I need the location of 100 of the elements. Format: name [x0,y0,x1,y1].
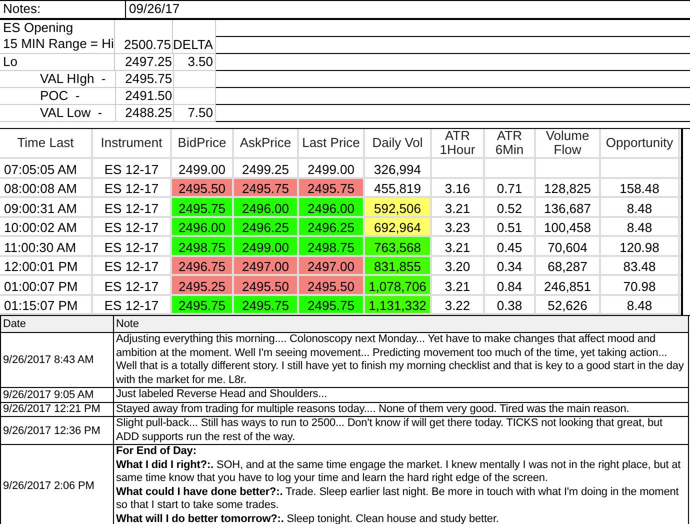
date-cell: 9/26/2017 9:05 AM [3,388,94,401]
date-cell: 9/26/2017 12:21 PM [3,403,100,416]
table-cell: 2496.00 [234,198,299,216]
table-cell: 120.98 [620,240,660,254]
table-cell: 0.52 [496,202,522,216]
level-value: 2495.75 [125,71,172,87]
table-cell: 70,604 [548,240,588,254]
table-cell: 2497.00 [299,256,365,274]
table-cell: 246,851 [544,280,591,294]
notes-label: Notes: [2,1,41,16]
column-header: ATR 6Min [485,129,536,157]
table-cell: 2495.75 [234,296,299,313]
level-label: Lo [3,54,18,69]
level-value: 2488.25 [125,105,172,121]
note-text: What I did I right?:. SOH, and at the same time engage the market. I knew mentally I was not in the right place, but at same time know that you have to log your time and learn the hard right edge of the screen. [116,458,682,486]
table-cell: 1,131,332 [365,296,432,313]
table-cell: 136,687 [544,202,591,216]
table-cell: ES 12-17 [104,299,159,313]
table-cell: 2496.25 [299,218,365,235]
delta-value: 3.50 [188,54,213,70]
table-cell: ES 12-17 [104,182,159,196]
table-cell: 2498.75 [172,237,234,254]
table-cell: 2498.75 [299,237,365,254]
table-cell: 2499.00 [308,162,354,176]
column-header: AskPrice [234,129,299,157]
level-label: VAL Low - [40,105,102,120]
level-value: 2500.75 [124,37,172,53]
table-cell: 1,078,706 [365,276,432,294]
column-header: Instrument [93,129,172,157]
column-header: ATR 1Hour [432,129,485,157]
delta-value: DELTA [173,37,213,53]
level-value: 2491.50 [125,88,172,104]
column-header: Note [116,318,139,330]
table-cell: 326,994 [374,162,421,176]
date-cell: 9/26/2017 12:36 PM [3,424,100,436]
table-cell: 52,626 [548,299,588,313]
table-cell: 0.45 [496,240,522,254]
table-cell: 2495.50 [234,276,299,294]
table-cell: 07:05:05 AM [4,162,77,176]
table-cell: 2499.25 [242,162,289,176]
table-cell: 3.23 [444,221,470,235]
table-cell: 09:00:31 AM [4,202,77,216]
table-cell: 8.48 [626,221,652,235]
table-cell: 2496.00 [172,218,234,235]
table-cell: 01:00:07 PM [4,280,78,294]
column-header: Opportunity [601,129,680,157]
column-header: Time Last [0,129,93,157]
table-cell: 10:00:02 AM [4,221,77,235]
level-label: VAL HIgh - [40,71,106,86]
table-cell: 2497.00 [234,256,299,274]
table-cell: ES 12-17 [104,202,159,216]
table-cell: 83.48 [623,260,656,274]
table-cell: 128,825 [544,182,591,196]
table-cell: 70.98 [623,280,656,294]
table-cell: 3.21 [444,240,470,254]
table-cell: 2495.50 [299,276,365,294]
table-cell: 11:00:30 AM [4,240,76,254]
level-value: 2497.25 [124,54,172,70]
opening-title: ES Opening [3,20,74,36]
table-cell: ES 12-17 [104,162,159,176]
column-header: BidPrice [172,129,234,157]
table-cell: 2495.75 [299,178,365,196]
table-cell: 592,506 [365,198,432,216]
note-text: Just labeled Reverse Head and Shoulders... [116,388,328,402]
table-cell: 158.48 [620,182,660,196]
table-cell: 08:00:08 AM [4,182,77,196]
table-cell: 68,287 [548,260,588,274]
level-label: 15 MIN Range = Hi [3,36,114,52]
table-cell: 2499.00 [234,237,299,254]
table-cell: 8.48 [626,202,652,216]
table-cell: 455,819 [374,182,421,196]
table-cell: 2495.75 [299,296,365,313]
table-cell: 2495.75 [172,198,234,216]
table-cell: 12:00:01 PM [4,260,78,274]
column-header: Daily Vol [365,129,432,157]
table-cell: 763,568 [365,237,432,254]
table-cell: 3.21 [444,202,470,216]
table-cell: 2499.00 [178,162,226,176]
table-cell: 2495.50 [172,178,234,196]
table-cell: 0.51 [496,221,522,235]
table-cell: 01:15:07 PM [4,299,78,313]
table-cell: 0.71 [496,182,522,196]
table-cell: 2496.75 [172,256,234,274]
note-text: Stayed away from trading for multiple reasons today.... None of them very good. Tired was the main reason. [116,402,630,416]
note-text: Adjusting everything this morning.... Colonoscopy next Monday... Yet have to make changes that affect mood and ambition at the moment. Well I'm seeing movement... Predicting movement too much of the time, yet taking action... Well that is a totally different story. I still have yet to finish my morning checklist and that is key to a good start in the day with the market for me. L8r. [116,333,685,387]
table-cell: 0.34 [496,260,522,274]
note-text: Slight pull-back... Still has ways to run to 2500... Don't know if will get there today. TICKS not looking that great, but ADD supports run the rest of the way. [116,417,664,444]
table-cell: 831,855 [365,256,432,274]
table-cell: 2495.25 [172,276,234,294]
note-text: What could I have done better?:. Trade. Sleep earlier last night. Be more in touch with what I'm doing in the moment so that I start to take some trades. [116,486,680,512]
column-header: Volume Flow [536,129,601,157]
table-cell: 3.21 [444,280,470,294]
table-cell: 0.38 [496,299,522,313]
table-cell: 2495.75 [234,178,299,196]
table-cell: 100,458 [544,221,591,235]
note-text: For End of Day: [116,445,198,458]
table-cell: ES 12-17 [104,221,159,235]
table-cell: ES 12-17 [104,260,159,274]
table-cell: 0.84 [496,280,522,294]
table-cell: 8.48 [626,299,652,313]
